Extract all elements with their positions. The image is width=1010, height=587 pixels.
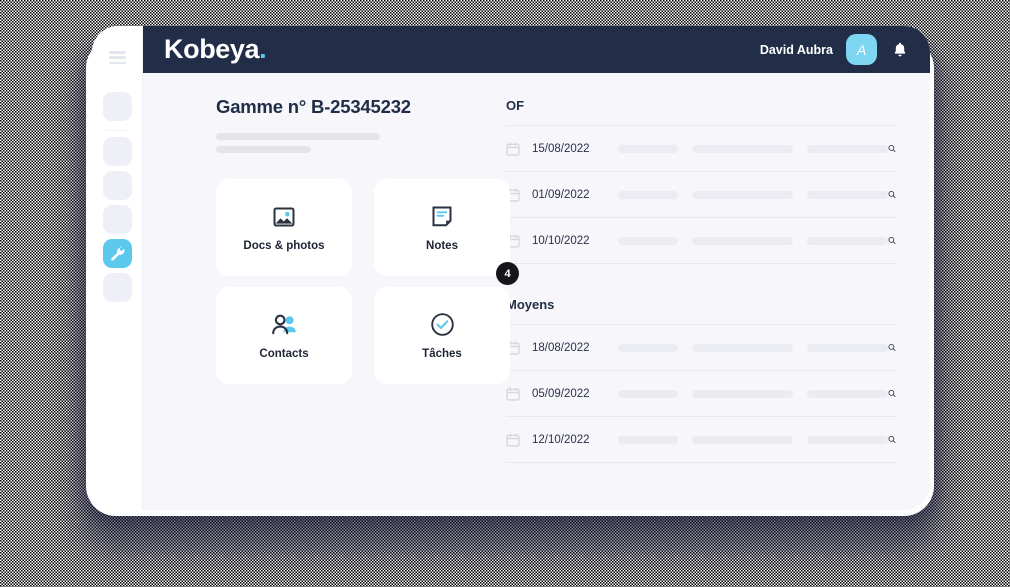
hamburger-bar [108,51,126,54]
section-title: OF [506,98,525,113]
row-placeholder [692,435,793,444]
tile-label: Notes [426,240,458,252]
table-row[interactable]: 01/09/2022 [506,172,896,218]
section-of: OF 15/08/2022 01/09/2022 10/10/2022 [506,98,896,264]
row-placeholder [692,236,793,245]
search-icon[interactable] [888,233,896,248]
row-placeholder [807,389,888,398]
content-area: Gamme n° B-25345232 Docs & photos Notes … [143,73,930,510]
search-icon[interactable] [888,141,896,156]
tile-notes[interactable]: Notes 4 [374,179,519,285]
row-date: 01/09/2022 [532,188,590,201]
tile-icon [271,311,298,338]
check-circle-icon [430,313,454,336]
notes-count-badge: 4 [496,262,519,285]
search-icon[interactable] [888,432,896,447]
hamburger-bar [108,56,126,59]
row-placeholder [618,343,678,352]
tile-icon [430,311,455,338]
row-placeholder [807,190,888,199]
calendar-icon [506,141,520,156]
sidebar-item-4[interactable] [102,205,132,234]
row-date: 12/10/2022 [532,433,590,446]
left-column: Gamme n° B-25345232 Docs & photos Notes … [143,73,519,510]
hamburger-bar [108,61,126,64]
tile-label: Tâches [422,348,462,360]
list-of: 15/08/2022 01/09/2022 10/10/2022 [506,125,896,264]
tile-label: Docs & photos [243,240,325,252]
contacts-icon [271,314,296,334]
section-title: Moyens [506,297,555,312]
app-stage: Kobeya. David Aubra A Gamme n° B-2534523… [0,0,1010,587]
row-placeholder [692,190,793,199]
tile-taches[interactable]: Tâches [374,287,510,384]
sidebar [92,26,143,510]
subtitle-placeholder-bar [216,133,380,140]
row-placeholder [807,144,888,153]
search-icon[interactable] [888,187,896,202]
row-date: 05/09/2022 [532,387,590,400]
sidebar-item-3[interactable] [102,171,132,200]
row-placeholder [692,389,793,398]
row-date: 18/08/2022 [532,341,590,354]
brand-logo[interactable]: Kobeya. [164,34,267,64]
row-placeholder [692,144,793,153]
note-icon [432,206,452,226]
table-row[interactable]: 12/10/2022 [506,417,896,463]
app-window: Kobeya. David Aubra A Gamme n° B-2534523… [92,26,930,510]
search-icon[interactable] [888,340,896,355]
table-row[interactable]: 05/09/2022 [506,371,896,417]
list-moyens: 18/08/2022 05/09/2022 12/10/2022 [506,324,896,463]
section-moyens: Moyens 18/08/2022 05/09/2022 12/10/2022 [506,297,896,463]
sidebar-item-2[interactable] [102,137,132,166]
tile-icon [431,203,453,230]
row-placeholder [807,236,888,245]
hamburger-menu-icon[interactable] [108,51,126,64]
table-row[interactable]: 10/10/2022 [506,218,896,264]
tile-icon [272,203,296,230]
calendar-icon [506,432,520,447]
wrench-icon [110,246,124,261]
row-placeholder [618,435,678,444]
brand-name: Kobeya [164,34,260,64]
top-bar: Kobeya. David Aubra A [143,26,930,73]
page-title: Gamme n° B-25345232 [216,96,411,117]
row-placeholder [618,389,678,398]
bell-icon[interactable] [892,41,908,59]
row-date: 15/08/2022 [532,142,590,155]
brand-dot: . [259,34,267,64]
table-row[interactable]: 15/08/2022 [506,126,896,172]
calendar-icon [506,386,520,401]
tile-label: Contacts [259,348,309,360]
user-name: David Aubra [759,42,833,57]
search-icon[interactable] [888,386,896,401]
tile-grid: Docs & photos Notes 4 Contacts Tâches [216,179,519,384]
row-placeholder [807,435,888,444]
row-placeholder [807,343,888,352]
sidebar-item-1[interactable] [102,92,132,121]
row-date: 10/10/2022 [532,234,590,247]
subtitle-placeholder-bar [216,146,311,153]
row-placeholder [618,144,678,153]
right-column: OF 15/08/2022 01/09/2022 10/10/2022 Moye… [483,73,930,510]
sidebar-item-6[interactable] [102,273,132,302]
avatar[interactable]: A [846,34,877,65]
row-placeholder [618,236,678,245]
sidebar-separator [105,130,129,131]
table-row[interactable]: 18/08/2022 [506,325,896,371]
row-placeholder [692,343,793,352]
sidebar-item-tools[interactable] [102,239,132,268]
tile-contacts[interactable]: Contacts [216,287,352,384]
row-placeholder [618,190,678,199]
main-area: Kobeya. David Aubra A Gamme n° B-2534523… [143,26,930,510]
tile-docs-photos[interactable]: Docs & photos [216,179,352,276]
image-icon [273,207,295,226]
